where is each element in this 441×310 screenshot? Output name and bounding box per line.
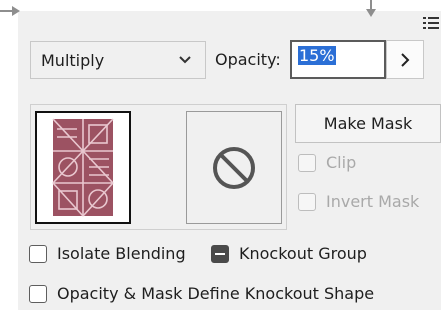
mask-thumbnail[interactable]: [186, 111, 282, 224]
clip-label: Clip: [326, 153, 357, 172]
invert-mask-label: Invert Mask: [326, 192, 420, 211]
invert-mask-checkbox[interactable]: [298, 192, 316, 211]
knockout-shape-checkbox[interactable]: [29, 284, 47, 303]
knockout-group-label: Knockout Group: [239, 244, 367, 263]
invert-mask-option[interactable]: Invert Mask: [298, 192, 419, 211]
chevron-down-icon: [179, 56, 191, 64]
opacity-slider-button[interactable]: [386, 40, 424, 79]
blend-mode-dropdown[interactable]: Multiply: [30, 41, 206, 79]
blend-mode-value: Multiply: [41, 50, 105, 70]
isolate-blending-checkbox[interactable]: [29, 244, 47, 263]
panel-menu-icon[interactable]: [423, 16, 439, 32]
arrow-down-icon: [366, 0, 376, 17]
opacity-input[interactable]: 15%: [290, 40, 386, 79]
knockout-shape-label: Opacity & Mask Define Knockout Shape: [57, 284, 375, 303]
prohibited-icon: [213, 146, 255, 189]
knockout-group-checkbox[interactable]: [211, 244, 229, 263]
knockout-group-option[interactable]: Knockout Group: [211, 244, 367, 263]
knockout-shape-option[interactable]: Opacity & Mask Define Knockout Shape: [29, 284, 374, 303]
artwork-thumbnail[interactable]: [35, 111, 131, 224]
arrow-right-icon: [0, 6, 20, 16]
isolate-blending-option[interactable]: Isolate Blending: [29, 244, 186, 263]
artwork-pattern-image: [37, 113, 129, 222]
make-mask-button[interactable]: Make Mask: [295, 104, 441, 143]
clip-option[interactable]: Clip: [298, 153, 356, 172]
opacity-label: Opacity:: [215, 50, 281, 69]
isolate-blending-label: Isolate Blending: [57, 244, 186, 263]
clip-checkbox[interactable]: [298, 153, 316, 172]
opacity-value: 15%: [298, 46, 336, 65]
chevron-right-icon: [400, 52, 409, 67]
